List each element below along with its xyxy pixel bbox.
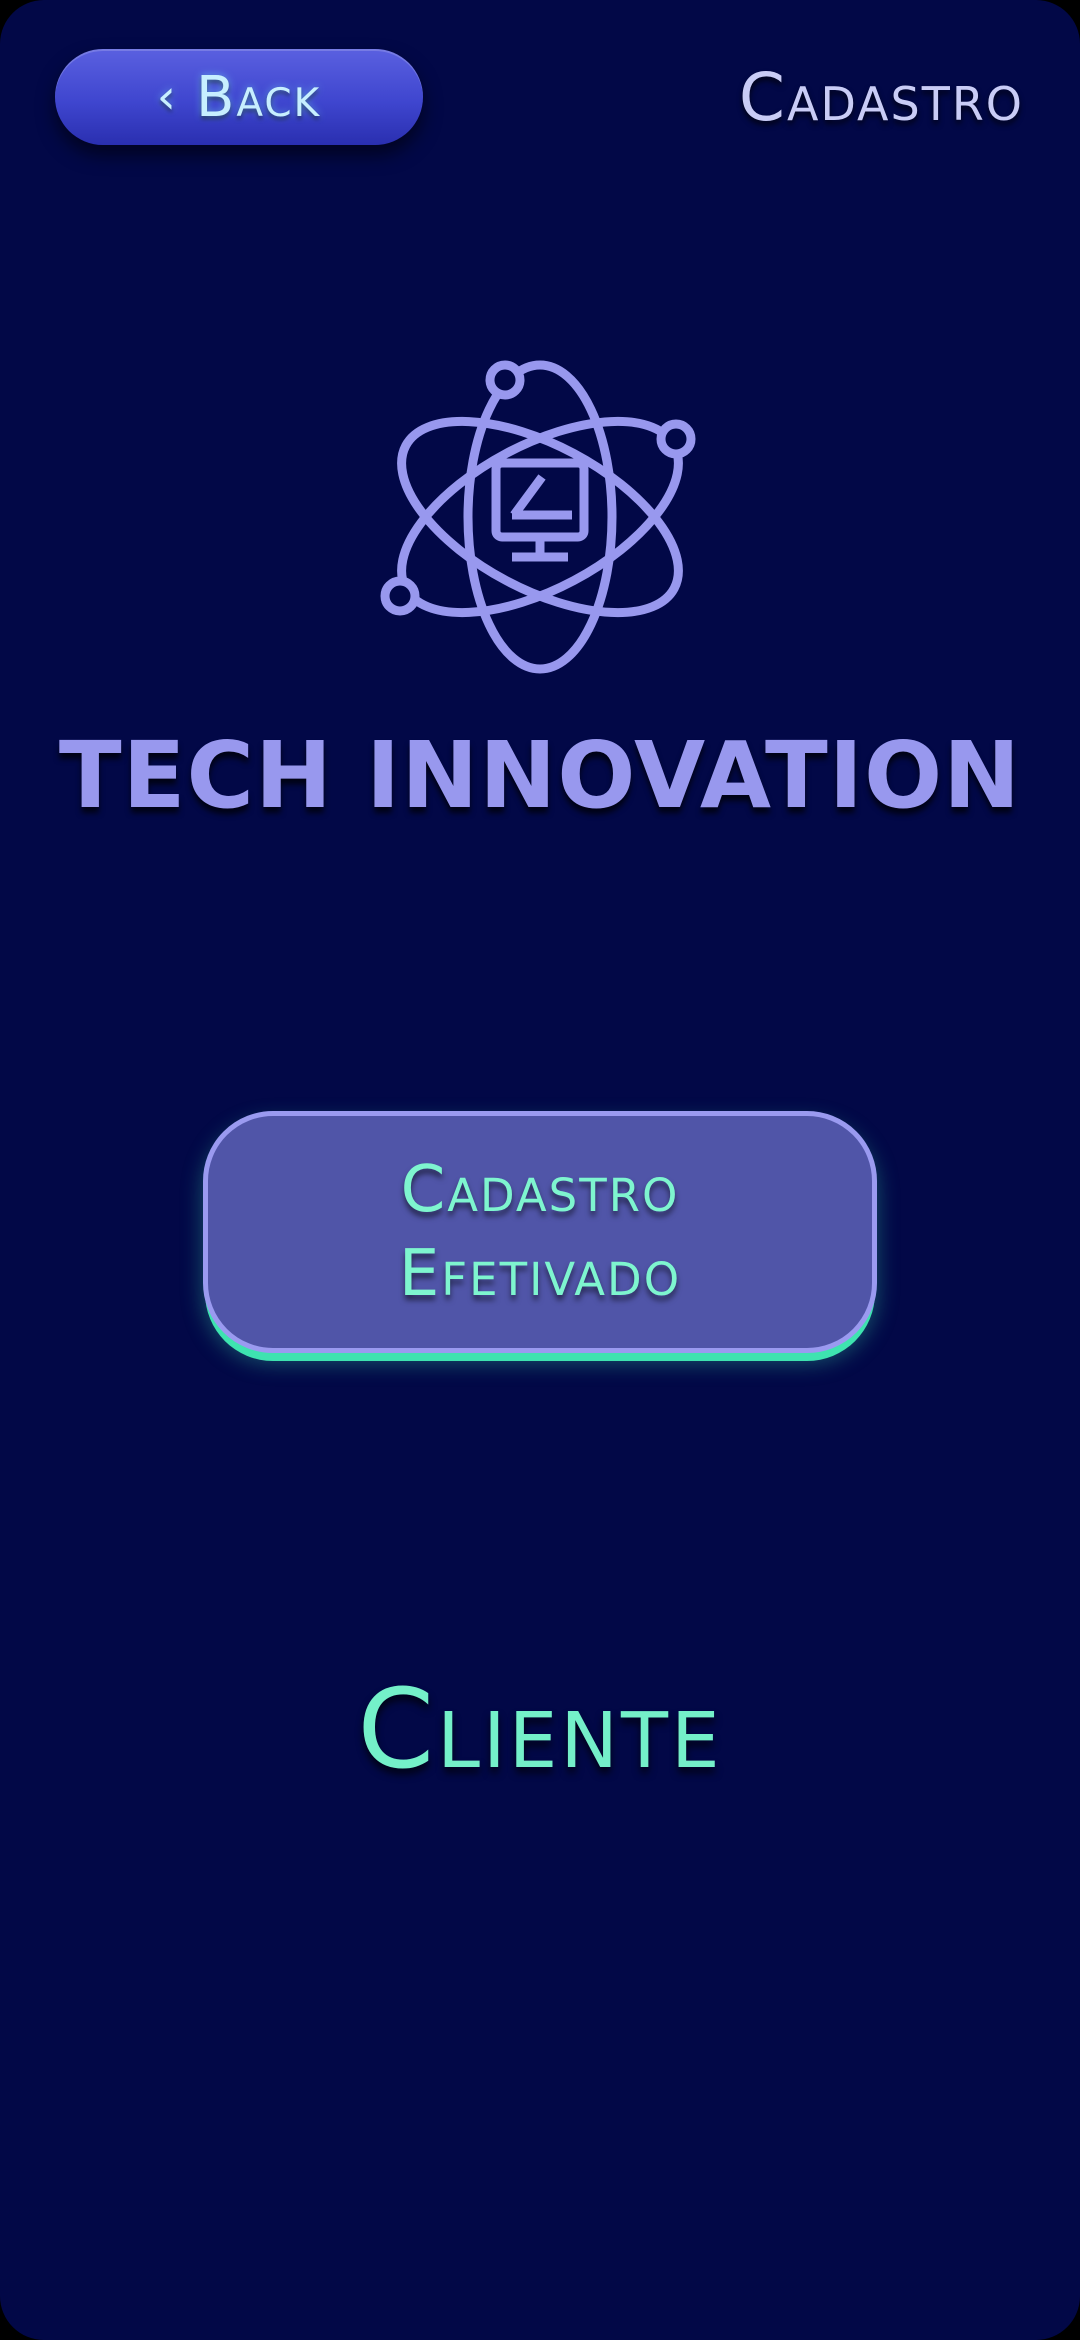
chevron-left-icon: ‹ xyxy=(156,69,178,125)
atom-monitor-icon xyxy=(380,360,696,674)
back-button[interactable]: ‹ Back xyxy=(55,49,423,145)
page-title: Cadastro xyxy=(738,58,1024,136)
app-screen: ‹ Back Cadastro TECH INNOVATION Cadastro… xyxy=(0,0,1080,2340)
registration-status-button[interactable]: Cadastro Efetivado xyxy=(203,1111,877,1353)
client-label: Cliente xyxy=(357,1665,723,1793)
status-line-1: Cadastro xyxy=(400,1153,680,1227)
back-button-label: Back xyxy=(195,64,322,130)
registration-status-text: Cadastro Efetivado xyxy=(399,1148,681,1316)
brand-name: TECH INNOVATION xyxy=(58,722,1022,829)
status-line-2: Efetivado xyxy=(398,1237,682,1311)
